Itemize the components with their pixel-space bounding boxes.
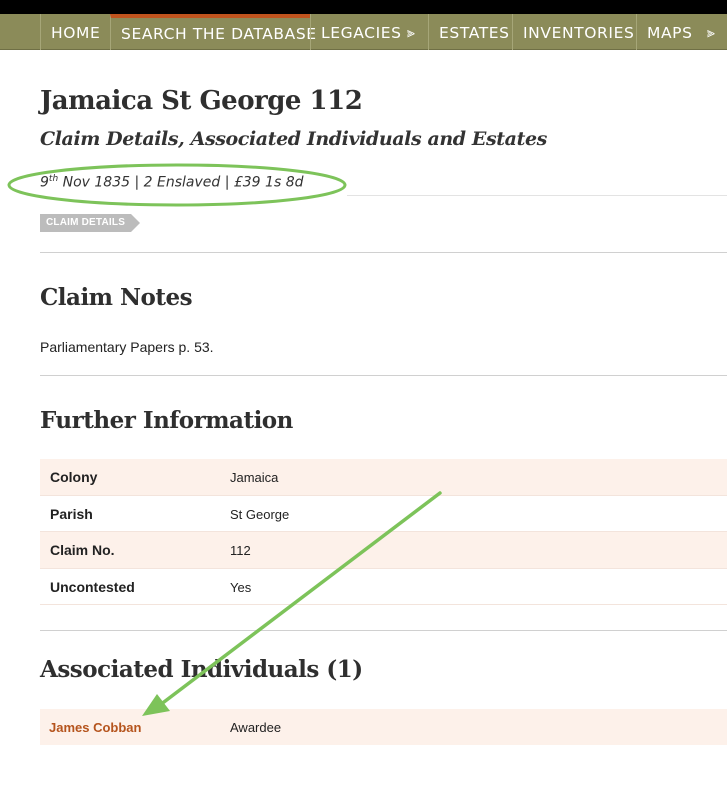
- nav-item-legacies[interactable]: LEGACIES ⫸: [310, 14, 428, 50]
- chevron-down-icon[interactable]: ⫸: [707, 14, 716, 52]
- individual-link-james-cobban[interactable]: James Cobban: [49, 720, 141, 735]
- nav-item-estates[interactable]: ESTATES: [428, 14, 512, 50]
- window-top-bar: [0, 0, 727, 14]
- associated-individuals-heading: Associated Individuals (1): [40, 656, 363, 683]
- info-value-colony: Jamaica: [230, 470, 279, 485]
- nav-item-legacies-label: LEGACIES: [321, 24, 402, 42]
- section-divider: [40, 252, 727, 253]
- table-row: Parish St George: [40, 496, 727, 532]
- page-title: Jamaica St George 112: [40, 86, 363, 116]
- claim-summary: 9th Nov 1835 | 2 Enslaved | £39 1s 8d: [40, 174, 303, 191]
- table-row: Claim No. 112: [40, 532, 727, 569]
- info-key-colony: Colony: [50, 469, 98, 485]
- individual-role: Awardee: [230, 720, 282, 735]
- nav-item-maps-label: MAPS: [647, 24, 693, 42]
- table-row: James Cobban Awardee: [40, 709, 727, 745]
- info-value-parish: St George: [230, 506, 290, 522]
- nav-item-search-the-database[interactable]: SEARCH THE DATABASE: [110, 14, 316, 50]
- claim-date-day-suffix: th: [48, 174, 59, 184]
- info-value-claim-no: 112: [230, 543, 251, 558]
- nav-item-home[interactable]: HOME: [40, 14, 110, 50]
- section-divider: [40, 630, 727, 631]
- claim-summary-text: Nov 1835 | 2 Enslaved | £39 1s 8d: [58, 174, 304, 191]
- table-row: Uncontested Yes: [40, 569, 727, 605]
- section-divider: [40, 375, 727, 376]
- nav-item-inventories[interactable]: INVENTORIES: [512, 14, 636, 50]
- info-key-claim-no: Claim No.: [50, 542, 115, 558]
- further-information-heading: Further Information: [40, 407, 293, 434]
- claim-notes-text: Parliamentary Papers p. 53.: [40, 339, 214, 355]
- claim-details-tag: CLAIM DETAILS: [40, 214, 141, 232]
- info-key-uncontested: Uncontested: [50, 578, 135, 595]
- claim-notes-heading: Claim Notes: [40, 284, 193, 311]
- info-value-uncontested: Yes: [230, 579, 252, 595]
- table-row: Colony Jamaica: [40, 459, 727, 496]
- summary-divider: [347, 195, 727, 196]
- page-subtitle: Claim Details, Associated Individuals an…: [40, 128, 547, 150]
- info-key-parish: Parish: [50, 505, 93, 522]
- claim-date-day: 9: [40, 174, 49, 191]
- nav-item-maps[interactable]: MAPS ⫸: [636, 14, 727, 50]
- further-information-table: Colony Jamaica Parish St George Claim No…: [40, 459, 727, 605]
- main-nav: HOME SEARCH THE DATABASE LEGACIES ⫸ ESTA…: [0, 14, 727, 50]
- chevron-down-icon[interactable]: ⫸: [407, 14, 416, 52]
